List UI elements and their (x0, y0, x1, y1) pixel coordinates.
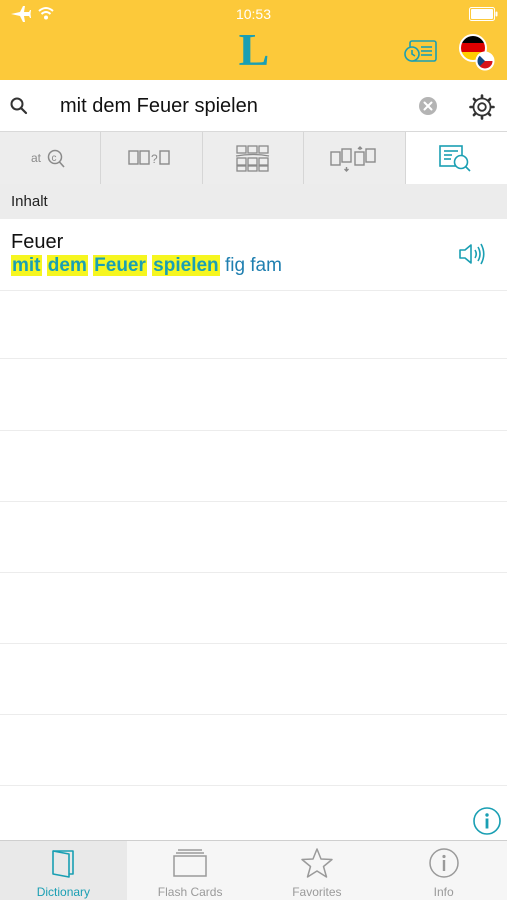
search-input[interactable] (60, 90, 410, 122)
empty-row (0, 431, 507, 502)
tab-label: Favorites (292, 885, 342, 899)
tab-fulltext-search[interactable] (405, 132, 507, 184)
tab-label: Flash Cards (157, 885, 223, 899)
svg-text:c: c (52, 153, 57, 164)
svg-text:?: ? (151, 152, 158, 166)
pronunciation-button[interactable] (457, 241, 487, 267)
app-header: 10:53 L (0, 0, 507, 80)
tab-label: Dictionary (36, 885, 91, 899)
history-button[interactable] (403, 35, 439, 67)
search-icon (10, 97, 28, 115)
tab-crossword[interactable] (203, 132, 305, 184)
result-headword: Feuer (11, 231, 64, 253)
clear-search-button[interactable] (418, 96, 438, 116)
tab-card-sort[interactable] (304, 132, 406, 184)
cards-icon (173, 849, 207, 877)
speaker-icon (459, 243, 485, 265)
phrase-word: dem (46, 255, 88, 276)
star-icon (301, 848, 333, 878)
empty-row (0, 715, 507, 786)
svg-text:at: at (31, 151, 42, 165)
clear-icon (419, 97, 437, 115)
app-logo: L (238, 24, 270, 75)
info-icon (428, 848, 459, 878)
language-pair-button[interactable] (455, 32, 499, 72)
history-icon (404, 40, 437, 62)
result-phrase: mit dem Feuer spielen fig fam (11, 255, 282, 277)
empty-row (0, 359, 507, 431)
empty-row (0, 291, 507, 359)
usage-tags: fig fam (224, 255, 282, 276)
fulltext-search-icon (439, 145, 471, 172)
tab-word-search[interactable]: at c (0, 132, 102, 184)
result-row[interactable]: Feuer mit dem Feuer spielen fig fam (0, 219, 507, 291)
gear-icon (469, 94, 495, 120)
flag-de-cz-icon (459, 34, 495, 71)
a-to-c-search-icon: at c (31, 149, 65, 168)
book-icon (52, 850, 75, 878)
tab-info[interactable]: Info (380, 841, 507, 900)
info-button[interactable] (472, 806, 502, 836)
search-bar (0, 80, 507, 132)
empty-row (0, 502, 507, 573)
results-list: Feuer mit dem Feuer spielen fig fam (0, 219, 507, 839)
phrase-word: mit (11, 255, 42, 276)
fill-in-question-icon: ? (127, 150, 170, 166)
tab-favorites[interactable]: Favorites (254, 841, 381, 900)
empty-row (0, 644, 507, 715)
tab-label: Info (433, 885, 454, 899)
phrase-word: Feuer (93, 255, 147, 276)
phrase-word: spielen (152, 255, 220, 276)
card-sort-icon (330, 146, 377, 172)
tab-dictionary[interactable]: Dictionary (0, 841, 127, 900)
grid-puzzle-icon (235, 145, 270, 172)
tab-fill-in[interactable]: ? (101, 132, 203, 184)
battery-icon (469, 7, 498, 21)
info-circle-icon (473, 807, 501, 835)
tab-flash-cards[interactable]: Flash Cards (127, 841, 254, 900)
bottom-tab-bar: Dictionary Flash Cards Favorites Info (0, 840, 507, 900)
settings-button[interactable] (468, 93, 496, 121)
search-mode-tabs: at c ? (0, 132, 507, 184)
empty-row (0, 573, 507, 644)
section-header: Inhalt (0, 184, 507, 219)
status-time: 10:53 (235, 6, 272, 22)
